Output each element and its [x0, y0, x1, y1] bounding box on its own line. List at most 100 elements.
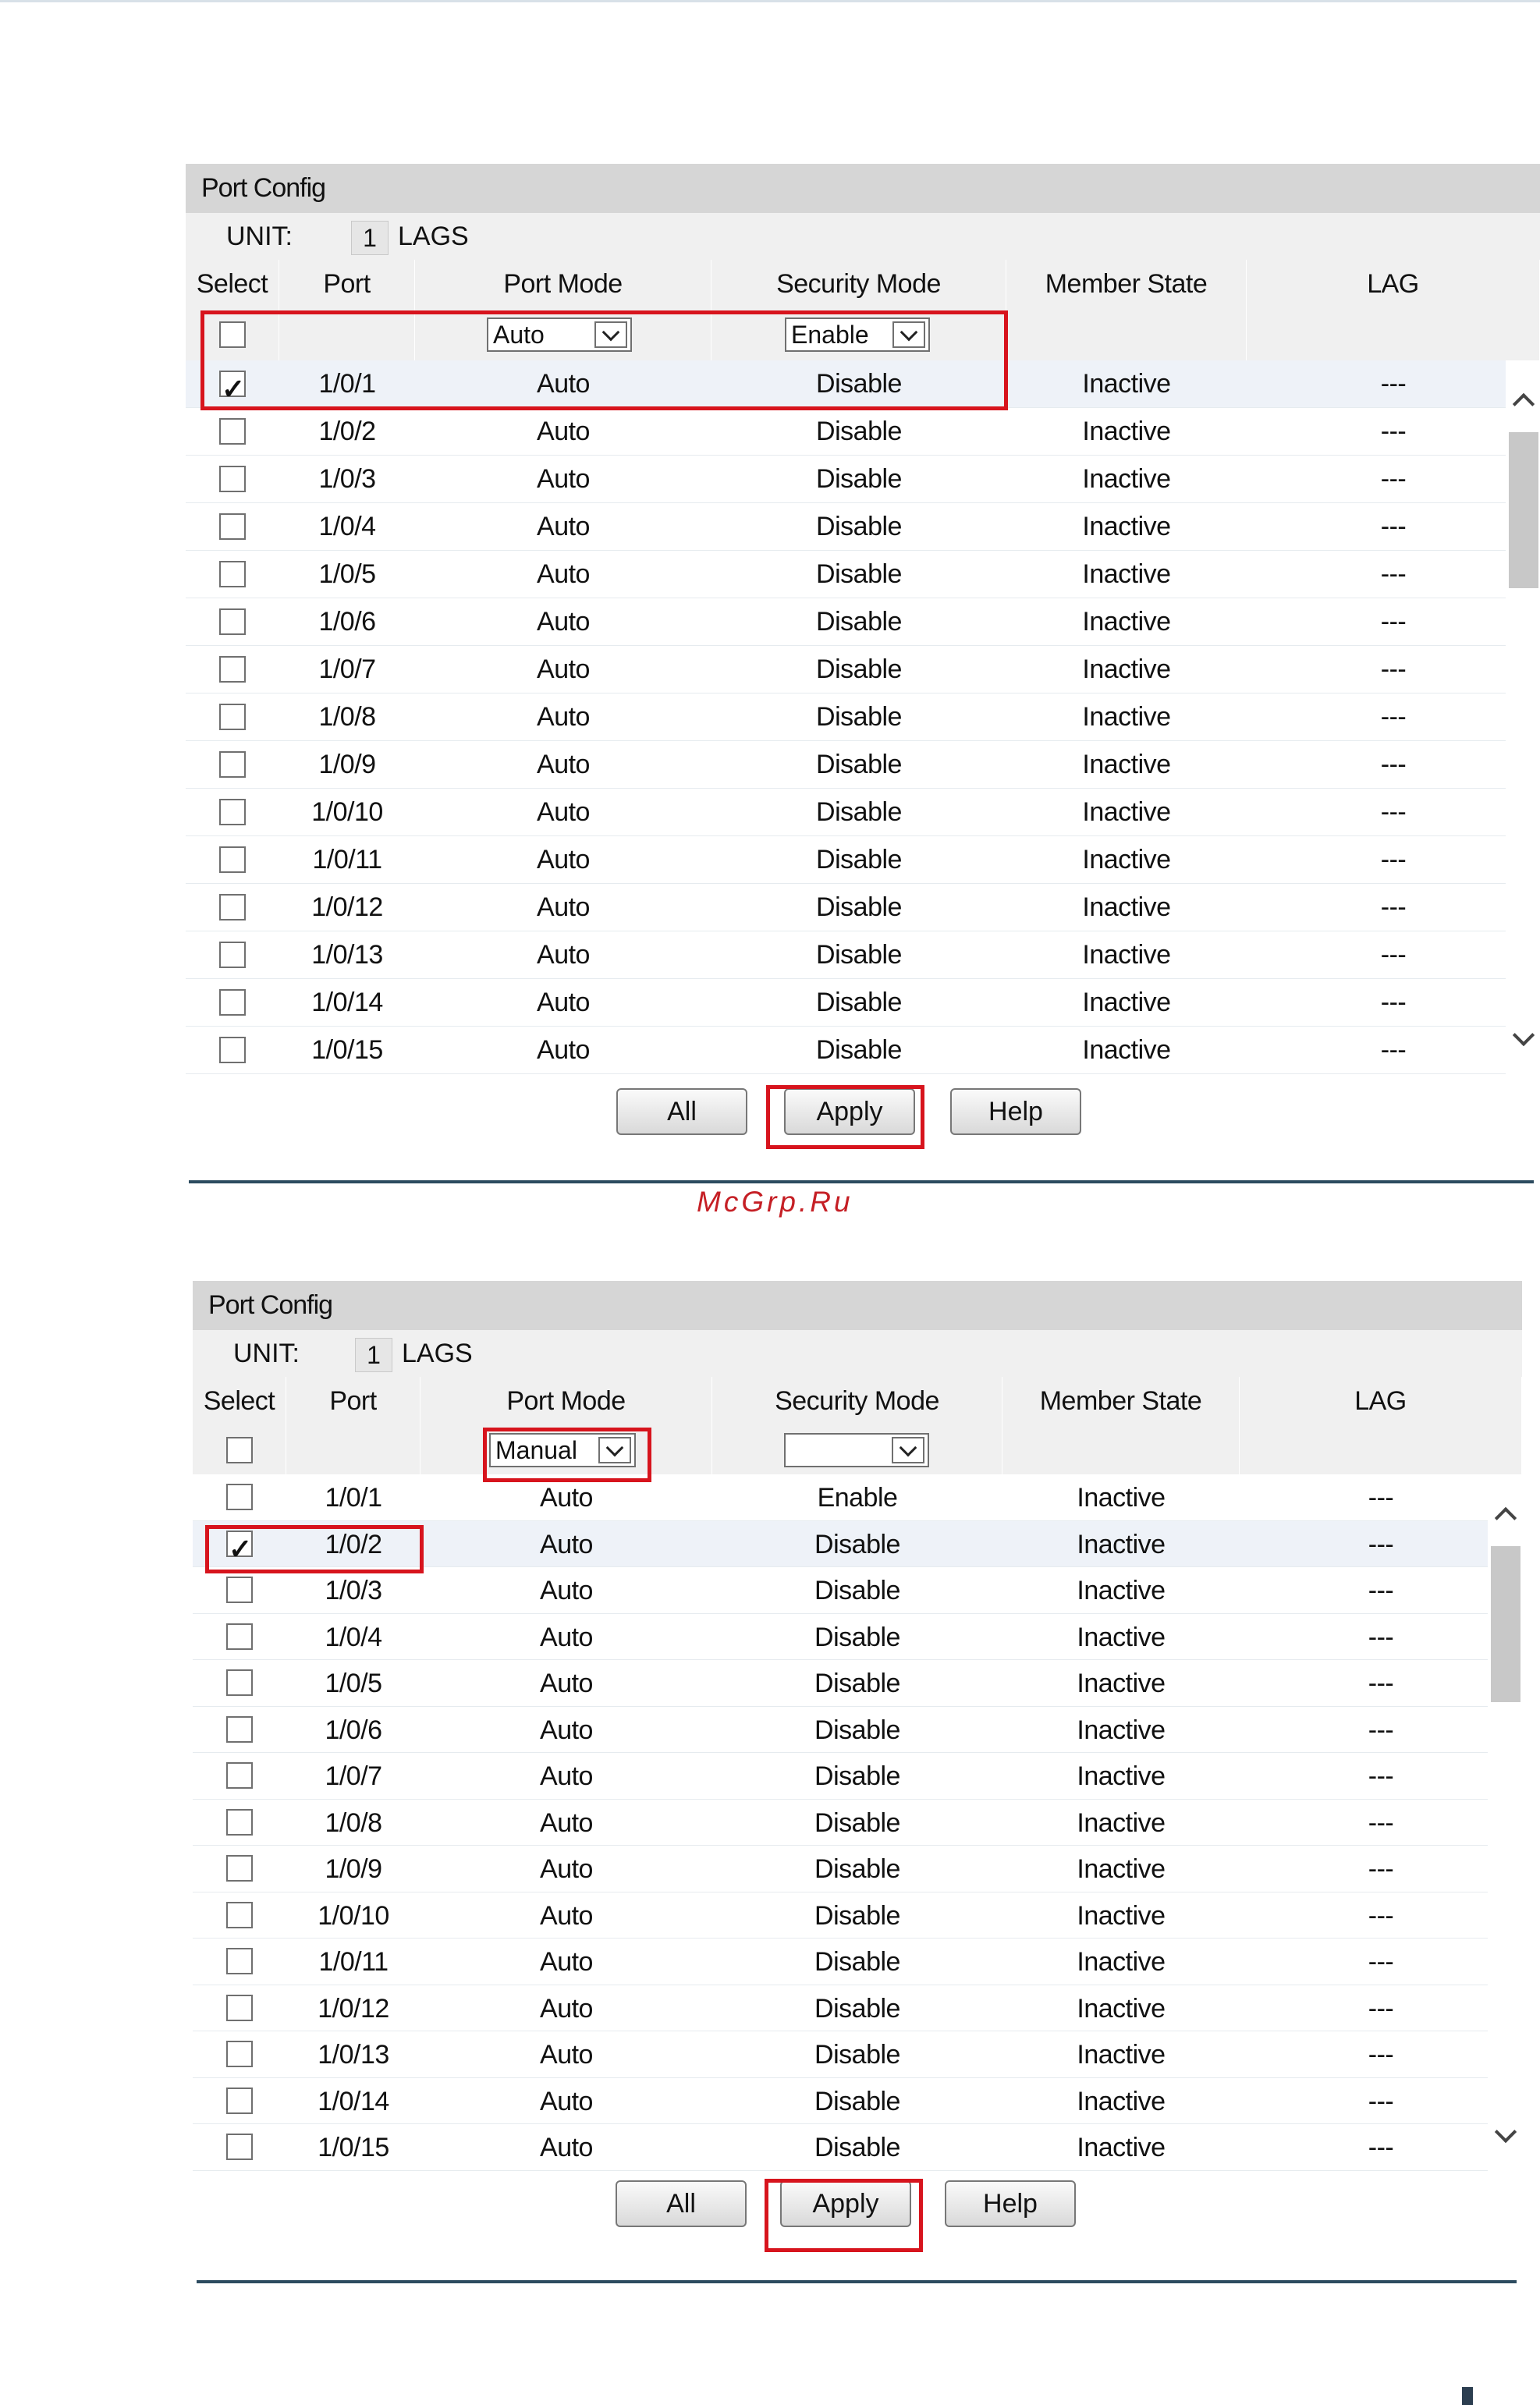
help-button[interactable]: Help: [950, 1088, 1081, 1135]
table-row[interactable]: 1/0/9 Auto Disable Inactive ---: [193, 1846, 1522, 1892]
table-row[interactable]: 1/0/6 Auto Disable Inactive ---: [186, 598, 1540, 646]
table-row[interactable]: 1/0/15 Auto Disable Inactive ---: [186, 1027, 1540, 1074]
select-cell: [186, 646, 279, 693]
port-cell: 1/0/3: [325, 1576, 382, 1605]
security-mode-cell: Disable: [816, 892, 902, 922]
security-mode-cell: Disable: [814, 1900, 900, 1931]
row-checkbox[interactable]: [219, 704, 246, 730]
row-checkbox[interactable]: [226, 1948, 253, 1975]
chevron-up-icon[interactable]: [1510, 388, 1534, 412]
table-row[interactable]: 1/0/12 Auto Disable Inactive ---: [186, 884, 1540, 931]
port-mode-cell: Auto: [537, 1035, 590, 1065]
all-button[interactable]: All: [616, 1088, 747, 1135]
select-all-checkbox[interactable]: [225, 1437, 253, 1463]
row-checkbox[interactable]: [219, 751, 246, 778]
table-row[interactable]: 1/0/1 Auto Enable Inactive ---: [193, 1474, 1522, 1521]
row-checkbox[interactable]: [226, 1623, 253, 1650]
chevron-up-icon[interactable]: [1492, 1502, 1516, 1526]
select-cell: [186, 598, 279, 645]
row-checkbox[interactable]: [219, 608, 246, 635]
row-checkbox[interactable]: [226, 1669, 253, 1697]
help-button[interactable]: Help: [945, 2180, 1076, 2227]
port-mode-cell: Auto: [537, 750, 590, 779]
scrollbar-thumb[interactable]: [1509, 432, 1538, 588]
port-cell: 1/0/2: [318, 417, 376, 446]
row-checkbox[interactable]: [226, 1808, 253, 1836]
table-row[interactable]: 1/0/13 Auto Disable Inactive ---: [193, 2031, 1522, 2078]
row-checkbox[interactable]: [226, 1855, 253, 1882]
select-cell: [193, 1567, 286, 1613]
table-row[interactable]: 1/0/2 Auto Disable Inactive ---: [186, 408, 1540, 456]
table-row[interactable]: 1/0/9 Auto Disable Inactive ---: [186, 741, 1540, 789]
port-cell: 1/0/7: [325, 1761, 382, 1791]
table-row[interactable]: 1/0/14 Auto Disable Inactive ---: [186, 979, 1540, 1027]
table-row[interactable]: 1/0/15 Auto Disable Inactive ---: [193, 2124, 1522, 2171]
table-row[interactable]: 1/0/10 Auto Disable Inactive ---: [193, 1892, 1522, 1939]
row-checkbox[interactable]: [219, 894, 246, 920]
select-cell: [186, 693, 279, 740]
table-row[interactable]: 1/0/14 Auto Disable Inactive ---: [193, 2078, 1522, 2124]
row-checkbox[interactable]: [219, 942, 246, 968]
row-checkbox[interactable]: [226, 2087, 253, 2114]
table-row[interactable]: 1/0/8 Auto Disable Inactive ---: [186, 693, 1540, 741]
row-checkbox[interactable]: [219, 799, 246, 825]
row-checkbox[interactable]: [219, 513, 246, 540]
security-mode-cell: Disable: [814, 1715, 900, 1745]
chevron-down-icon[interactable]: [1492, 2124, 1516, 2148]
scrollbar-thumb[interactable]: [1491, 1546, 1520, 1702]
table-row[interactable]: 1/0/12 Auto Disable Inactive ---: [193, 1985, 1522, 2031]
table-row[interactable]: 1/0/4 Auto Disable Inactive ---: [193, 1614, 1522, 1660]
row-checkbox[interactable]: [219, 561, 246, 587]
row-checkbox[interactable]: [226, 1577, 253, 1604]
port-mode-cell: Auto: [537, 797, 590, 827]
highlight-apply-button: [765, 2179, 923, 2252]
table-row[interactable]: 1/0/7 Auto Disable Inactive ---: [186, 646, 1540, 693]
table-scrollbar[interactable]: [1488, 1474, 1522, 2171]
lag-cell: ---: [1368, 1576, 1394, 1605]
port-cell: 1/0/12: [311, 892, 383, 922]
table-row[interactable]: 1/0/3 Auto Disable Inactive ---: [193, 1567, 1522, 1614]
row-checkbox[interactable]: [219, 418, 246, 445]
chevron-down-icon[interactable]: [1510, 1027, 1534, 1051]
row-checkbox[interactable]: [219, 846, 246, 873]
table-row[interactable]: 1/0/13 Auto Disable Inactive ---: [186, 931, 1540, 979]
table-row[interactable]: 1/0/4 Auto Disable Inactive ---: [186, 503, 1540, 551]
row-checkbox[interactable]: [219, 989, 246, 1016]
select-cell: [186, 456, 279, 502]
unit-button[interactable]: 1: [351, 221, 389, 255]
port-cell: 1/0/4: [325, 1622, 382, 1652]
security-mode-select[interactable]: [784, 1433, 929, 1467]
row-checkbox[interactable]: [219, 656, 246, 683]
select-cell: [193, 1800, 286, 1846]
table-row[interactable]: 1/0/5 Auto Disable Inactive ---: [193, 1660, 1522, 1707]
lag-cell: ---: [1368, 1483, 1394, 1513]
row-checkbox[interactable]: [219, 1037, 246, 1063]
row-checkbox[interactable]: [219, 466, 246, 492]
table-row[interactable]: 1/0/6 Auto Disable Inactive ---: [193, 1707, 1522, 1753]
all-button[interactable]: All: [616, 2180, 747, 2227]
lag-cell: ---: [1380, 512, 1407, 541]
row-checkbox[interactable]: [226, 1762, 253, 1790]
table-row[interactable]: 1/0/7 Auto Disable Inactive ---: [193, 1753, 1522, 1800]
table-scrollbar[interactable]: [1506, 360, 1540, 1074]
row-checkbox[interactable]: [226, 2041, 253, 2068]
unit-row: UNIT: 1 LAGS: [186, 213, 1540, 260]
lags-link[interactable]: LAGS: [398, 213, 469, 260]
select-cell: [193, 1985, 286, 2031]
table-row[interactable]: 1/0/3 Auto Disable Inactive ---: [186, 456, 1540, 503]
table-row[interactable]: 1/0/10 Auto Disable Inactive ---: [186, 789, 1540, 836]
table-row[interactable]: 1/0/11 Auto Disable Inactive ---: [193, 1939, 1522, 1985]
select-cell: [186, 1027, 279, 1073]
row-checkbox[interactable]: [226, 1484, 253, 1511]
row-checkbox[interactable]: [226, 1901, 253, 1928]
row-checkbox[interactable]: [226, 1715, 253, 1743]
table-row[interactable]: 1/0/5 Auto Disable Inactive ---: [186, 551, 1540, 598]
row-checkbox[interactable]: [226, 2134, 253, 2161]
lags-link[interactable]: LAGS: [402, 1330, 473, 1377]
table-row[interactable]: 1/0/11 Auto Disable Inactive ---: [186, 836, 1540, 884]
unit-button[interactable]: 1: [355, 1338, 392, 1372]
row-checkbox[interactable]: [226, 1994, 253, 2021]
port-cell: 1/0/6: [325, 1715, 382, 1745]
port-mode-cell: Auto: [537, 988, 590, 1017]
table-row[interactable]: 1/0/8 Auto Disable Inactive ---: [193, 1800, 1522, 1846]
